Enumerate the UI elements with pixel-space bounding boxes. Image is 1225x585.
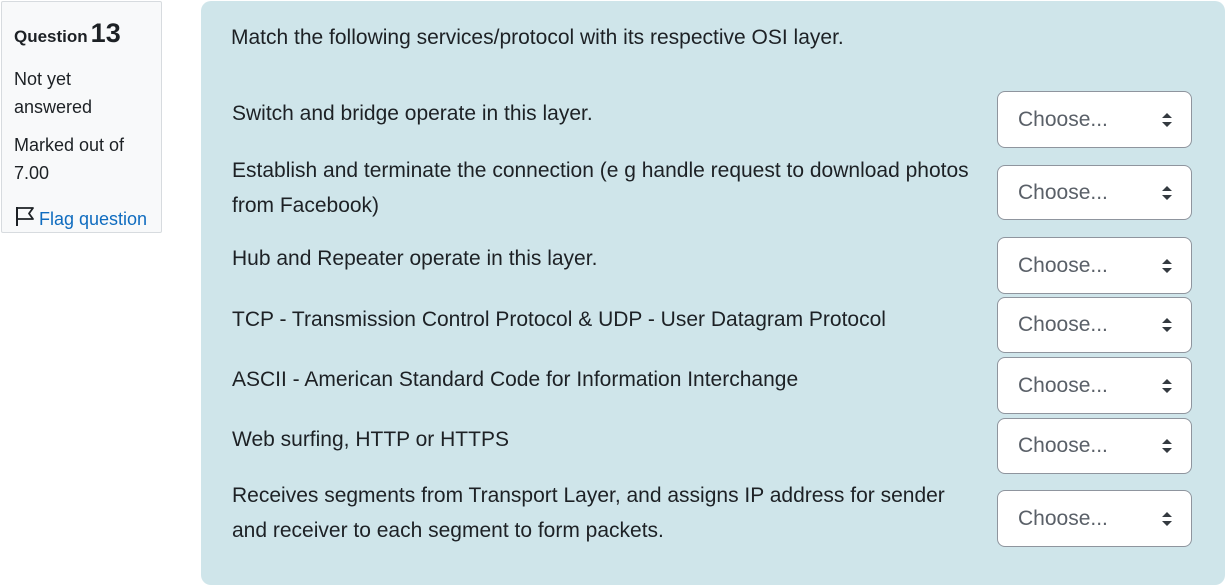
sort-arrows-icon	[1162, 511, 1172, 526]
select-value: Choose...	[1018, 434, 1108, 457]
match-stem: Web surfing, HTTP or HTTPS	[232, 428, 509, 451]
sort-arrows-icon	[1162, 185, 1172, 200]
match-stem: Establish and terminate the connection (…	[232, 159, 969, 217]
sort-arrows-icon	[1162, 378, 1172, 393]
flag-icon	[14, 205, 36, 233]
match-select[interactable]: Choose...	[997, 91, 1192, 148]
select-value: Choose...	[1018, 180, 1108, 204]
match-select[interactable]: Choose...	[997, 357, 1192, 414]
question-content: Match the following services/protocol wi…	[201, 1, 1225, 585]
match-select[interactable]: Choose...	[997, 237, 1192, 294]
sort-arrows-icon	[1162, 112, 1172, 127]
select-value: Choose...	[1018, 107, 1108, 131]
question-label: Question	[14, 27, 88, 46]
match-select[interactable]: Choose...	[997, 165, 1192, 220]
question-state: Not yet answered	[14, 69, 93, 117]
match-stem: TCP - Transmission Control Protocol & UD…	[232, 308, 886, 331]
match-stem: Receives segments from Transport Layer, …	[232, 484, 945, 542]
question-text: Match the following services/protocol wi…	[231, 26, 844, 49]
match-select[interactable]: Choose...	[997, 490, 1192, 547]
flag-question-label: Flag question	[39, 209, 148, 229]
match-stem: Switch and bridge operate in this layer.	[232, 102, 593, 125]
select-value: Choose...	[1018, 313, 1108, 336]
select-value: Choose...	[1018, 506, 1108, 530]
match-stem: Hub and Repeater operate in this layer.	[232, 247, 598, 270]
select-value: Choose...	[1018, 253, 1108, 277]
match-select[interactable]: Choose...	[997, 297, 1192, 353]
sort-arrows-icon	[1162, 258, 1172, 273]
sort-arrows-icon	[1162, 439, 1172, 453]
question-grade: Marked out of 7.00	[14, 135, 125, 183]
match-select[interactable]: Choose...	[997, 418, 1192, 474]
question-number-heading: Question 13	[14, 16, 149, 55]
sort-arrows-icon	[1162, 318, 1172, 332]
flag-question-link[interactable]: Flag question	[14, 205, 149, 233]
question-number: 13	[90, 18, 121, 48]
question-info-panel: Question 13 Not yet answered Marked out o…	[1, 1, 162, 233]
select-value: Choose...	[1018, 373, 1108, 397]
match-stem: ASCII - American Standard Code for Infor…	[232, 368, 799, 391]
